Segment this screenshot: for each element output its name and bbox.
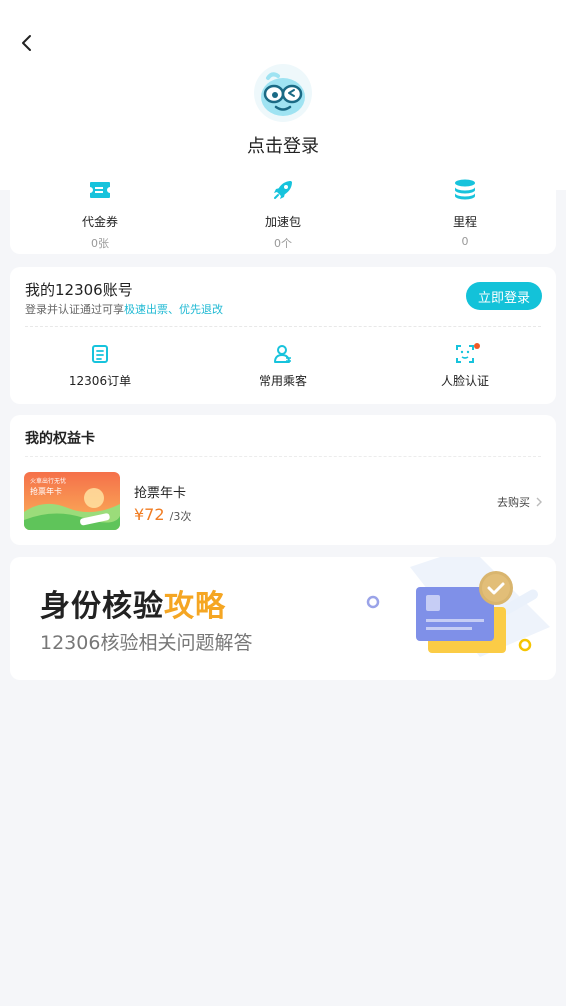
account-subtitle: 登录并认证通过可享极速出票、优先退改: [25, 301, 223, 317]
login-now-button[interactable]: 立即登录: [466, 282, 542, 310]
id-verify-banner[interactable]: 身份核验攻略 12306核验相关问题解答: [10, 557, 556, 680]
stat-value: 0个: [274, 237, 292, 250]
stat-boost[interactable]: 加速包 0个: [223, 178, 343, 251]
stat-label: 里程: [452, 215, 477, 229]
stat-label: 代金券: [81, 215, 118, 229]
card-brand: 火車出行无忧: [30, 478, 67, 485]
face-scan-icon: [456, 345, 474, 363]
quick-label: 常用乘客: [258, 374, 307, 388]
account-title: 我的12306账号: [25, 281, 133, 299]
buy-label: 去购买: [497, 496, 530, 509]
rights-title: 我的权益卡: [25, 431, 95, 447]
rocket-icon: [274, 181, 292, 199]
stat-value: 0: [461, 235, 469, 248]
profile-header: 点击登录: [0, 0, 566, 190]
quick-orders[interactable]: 12306订单: [40, 343, 160, 389]
stats-card: 代金券 0张 加速包 0个 里程 0: [10, 170, 556, 254]
id-card-illustration: [366, 557, 550, 657]
banner-title-highlight: 攻略: [164, 589, 226, 624]
product-name: 抢票年卡: [134, 486, 187, 501]
product-price: ¥72 /3次: [134, 505, 191, 524]
coins-icon: [455, 179, 475, 200]
account-subtitle-highlight: 极速出票、优先退改: [124, 303, 223, 316]
quick-label: 12306订单: [68, 374, 132, 388]
quick-face-auth[interactable]: 人脸认证: [405, 343, 525, 389]
stat-value: 0张: [91, 237, 109, 250]
passenger-icon: [274, 345, 291, 363]
banner-title-main: 身份核验: [40, 589, 164, 624]
chevron-left-icon: [22, 35, 31, 51]
price-unit: /3次: [169, 510, 192, 523]
ticket-icon: [90, 182, 110, 198]
quick-label: 人脸认证: [440, 374, 489, 388]
card-name: 抢票年卡: [30, 487, 62, 496]
notification-dot: [474, 343, 480, 349]
annual-pass-image[interactable]: 火車出行无忧 抢票年卡: [24, 472, 120, 530]
banner-subtitle: 12306核验相关问题解答: [40, 632, 253, 654]
divider: [25, 326, 541, 327]
quick-passengers[interactable]: 常用乘客: [223, 343, 343, 389]
chevron-right-icon: [536, 497, 542, 507]
back-button[interactable]: [14, 30, 40, 56]
account-subtitle-prefix: 登录并认证通过可享: [25, 303, 124, 316]
login-prompt[interactable]: 点击登录: [0, 132, 566, 158]
price-value: ¥72: [134, 505, 165, 524]
banner-title: 身份核验攻略: [40, 581, 226, 625]
rights-card: 我的权益卡 火車出行无忧 抢票年卡 抢票年卡 ¥72 /3次 去购买: [10, 415, 556, 545]
buy-button[interactable]: 去购买: [497, 494, 542, 510]
stat-voucher[interactable]: 代金券 0张: [40, 178, 160, 251]
order-icon: [92, 345, 108, 363]
account-card: 我的12306账号 登录并认证通过可享极速出票、优先退改 立即登录 12306订…: [10, 267, 556, 404]
stat-mileage[interactable]: 里程 0: [405, 178, 525, 248]
stat-label: 加速包: [264, 215, 301, 229]
divider: [25, 456, 541, 457]
avatar[interactable]: [254, 64, 312, 122]
